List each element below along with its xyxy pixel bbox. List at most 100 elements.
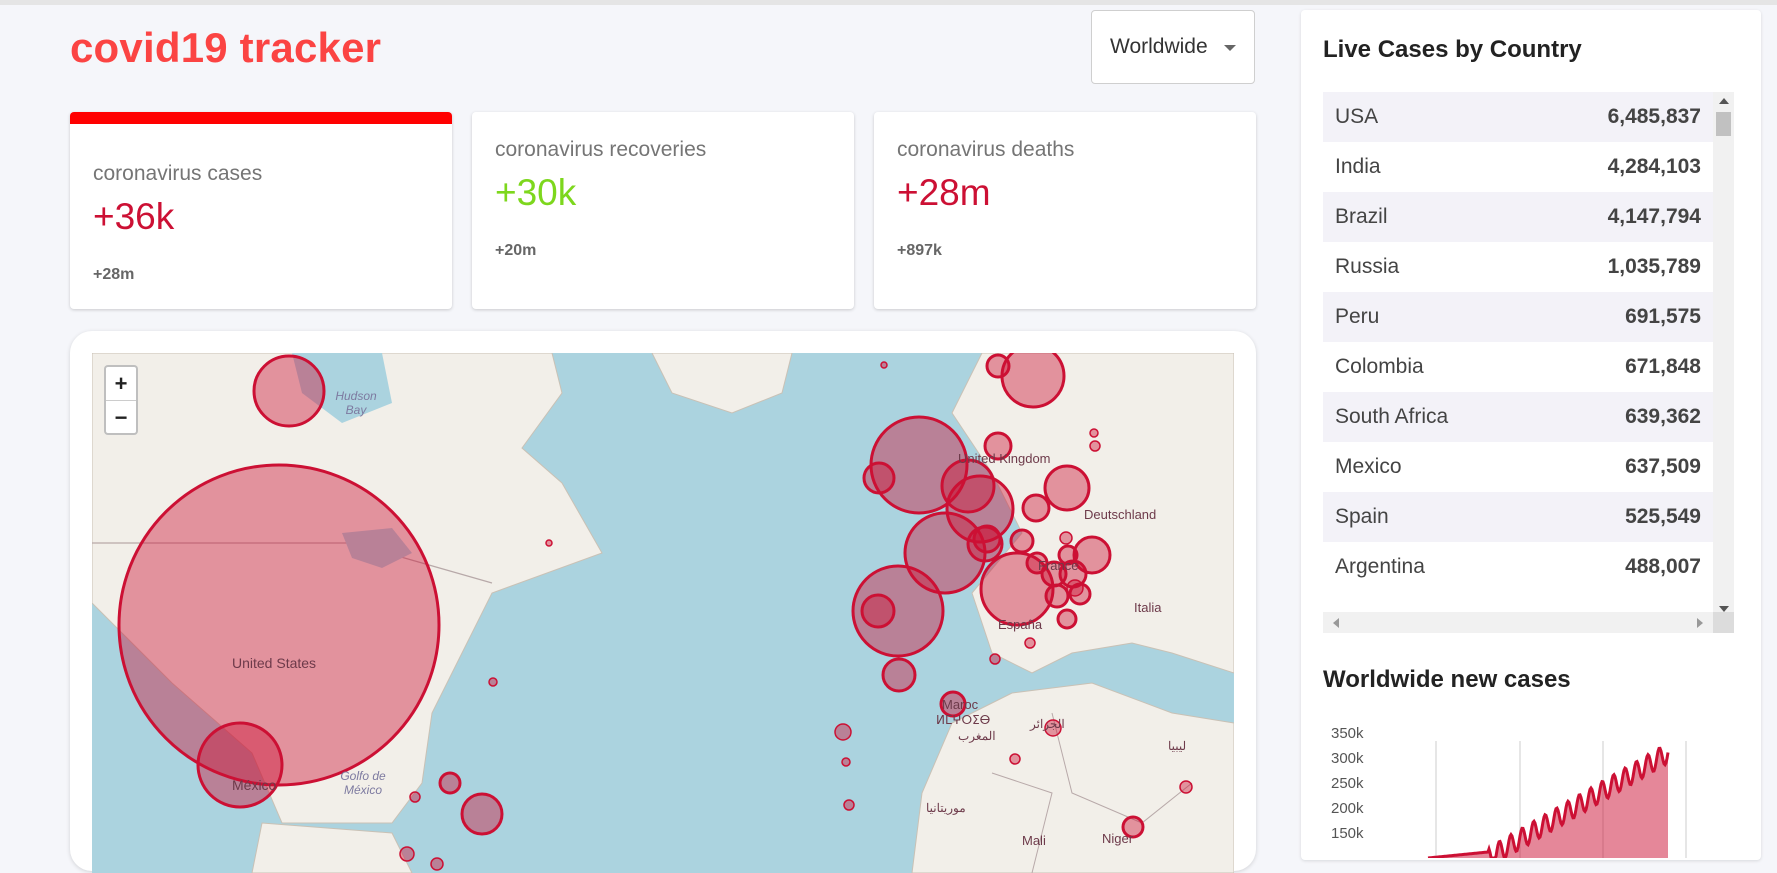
map-label-mexico: México bbox=[232, 777, 277, 793]
case-circle[interactable] bbox=[545, 539, 553, 547]
case-circle[interactable] bbox=[985, 353, 1011, 379]
table-vertical-scrollbar[interactable] bbox=[1713, 92, 1734, 612]
map-label-algeria: الجزائر bbox=[1030, 717, 1065, 731]
chart-tick: 300k bbox=[1331, 750, 1364, 767]
case-circle[interactable] bbox=[438, 771, 462, 795]
table-row: Peru 691,575 bbox=[1323, 292, 1713, 342]
zoom-in-button[interactable]: + bbox=[106, 367, 136, 401]
country-name: Peru bbox=[1335, 305, 1380, 328]
scroll-up-icon[interactable] bbox=[1719, 98, 1729, 104]
case-circle[interactable] bbox=[1044, 583, 1070, 609]
infobox-cases[interactable]: coronavirus cases +36k +28m bbox=[70, 112, 452, 309]
map-label-es: España bbox=[998, 617, 1043, 632]
case-circle[interactable] bbox=[841, 757, 851, 767]
scroll-thumb[interactable] bbox=[1716, 112, 1731, 136]
infobox-value: +28m bbox=[897, 172, 991, 213]
map[interactable]: + − Hudson Bay United States México Golf… bbox=[92, 353, 1234, 873]
chevron-down-icon bbox=[1224, 45, 1236, 51]
chart-tick: 250k bbox=[1331, 775, 1364, 792]
country-name: Mexico bbox=[1335, 455, 1402, 478]
infobox-total: +20m bbox=[495, 242, 537, 259]
case-circle[interactable] bbox=[1043, 464, 1091, 512]
infobox-deaths[interactable]: coronavirus deaths +28m +897k bbox=[874, 112, 1256, 309]
country-cases: 525,549 bbox=[1625, 505, 1701, 528]
case-circle[interactable] bbox=[834, 723, 852, 741]
scroll-right-icon[interactable] bbox=[1697, 618, 1703, 628]
map-label-maroc-tifinagh: ⵍⵎⵖⵔⵉⴱ bbox=[936, 713, 991, 727]
country-select[interactable]: Worldwide bbox=[1091, 10, 1255, 84]
zoom-control: + − bbox=[104, 365, 138, 435]
table-row: Argentina 488,007 bbox=[1323, 542, 1713, 592]
map-label-us: United States bbox=[232, 655, 317, 671]
case-circles bbox=[117, 353, 1193, 871]
case-circle[interactable] bbox=[1072, 535, 1112, 575]
case-circle[interactable] bbox=[1009, 528, 1035, 554]
case-circle[interactable] bbox=[252, 354, 326, 428]
country-name: Spain bbox=[1335, 505, 1389, 528]
top-border bbox=[0, 0, 1777, 5]
country-cases: 6,485,837 bbox=[1607, 105, 1701, 128]
table-row: USA 6,485,837 bbox=[1323, 92, 1713, 142]
scroll-left-icon[interactable] bbox=[1333, 618, 1339, 628]
case-circle[interactable] bbox=[460, 792, 504, 836]
country-name: Brazil bbox=[1335, 205, 1388, 228]
country-name: USA bbox=[1335, 105, 1379, 128]
map-label-uk: United Kingdom bbox=[958, 451, 1051, 466]
new-cases-chart: 350k 300k 250k 200k 150k bbox=[1331, 725, 1687, 858]
chart-tick: 200k bbox=[1331, 800, 1364, 817]
country-cases: 671,848 bbox=[1625, 355, 1701, 378]
case-circle[interactable] bbox=[881, 657, 917, 693]
case-circle[interactable] bbox=[1056, 608, 1078, 630]
country-cases: 1,035,789 bbox=[1607, 255, 1701, 278]
table-row: India 4,284,103 bbox=[1323, 142, 1713, 192]
map-label-mali: Mali bbox=[1022, 833, 1046, 848]
chart-tick: 150k bbox=[1331, 825, 1364, 842]
case-circle[interactable] bbox=[1089, 440, 1101, 452]
case-circle[interactable] bbox=[430, 857, 444, 871]
country-name: India bbox=[1335, 155, 1381, 178]
case-circle[interactable] bbox=[1024, 637, 1036, 649]
case-circle[interactable] bbox=[843, 799, 855, 811]
country-cases: 691,575 bbox=[1625, 305, 1701, 328]
table-row: Brazil 4,147,794 bbox=[1323, 192, 1713, 242]
country-cases: 637,509 bbox=[1625, 455, 1701, 478]
case-circle[interactable] bbox=[989, 653, 1001, 665]
country-table[interactable]: USA 6,485,837 India 4,284,103 Brazil 4,147,… bbox=[1323, 92, 1713, 592]
infobox-value: +36k bbox=[93, 196, 175, 237]
case-circle[interactable] bbox=[1089, 428, 1099, 438]
app-title: covid19 tracker bbox=[70, 24, 382, 71]
case-circle[interactable] bbox=[880, 361, 888, 369]
table-horizontal-scrollbar[interactable] bbox=[1323, 612, 1713, 633]
case-circle[interactable] bbox=[117, 463, 441, 787]
map-label-gulf: Golfo de México bbox=[340, 769, 386, 797]
case-circle[interactable] bbox=[1179, 780, 1193, 794]
case-circle[interactable] bbox=[399, 846, 415, 862]
country-name: Russia bbox=[1335, 255, 1400, 278]
table-row: Russia 1,035,789 bbox=[1323, 242, 1713, 292]
infobox-recoveries[interactable]: coronavirus recoveries +30k +20m bbox=[472, 112, 854, 309]
case-circle[interactable] bbox=[1000, 353, 1066, 409]
zoom-out-button[interactable]: − bbox=[106, 401, 136, 434]
case-circle[interactable] bbox=[862, 461, 896, 495]
case-circle[interactable] bbox=[966, 525, 1004, 563]
country-name: South Africa bbox=[1335, 405, 1449, 428]
sidebar: Live Cases by Country USA 6,485,837 India… bbox=[1301, 10, 1761, 860]
case-circle[interactable] bbox=[860, 593, 896, 629]
country-cases: 4,284,103 bbox=[1607, 155, 1701, 178]
country-name: Argentina bbox=[1335, 555, 1425, 578]
case-circle[interactable] bbox=[409, 791, 421, 803]
map-label-hudson: Hudson Bay bbox=[335, 389, 377, 417]
table-row: Spain 525,549 bbox=[1323, 492, 1713, 542]
chart-tick: 350k bbox=[1331, 725, 1364, 742]
map-label-de: Deutschland bbox=[1084, 507, 1157, 522]
case-circle[interactable] bbox=[196, 721, 284, 809]
infobox-title: coronavirus cases bbox=[93, 162, 263, 185]
case-circle[interactable] bbox=[1059, 531, 1073, 545]
case-circle[interactable] bbox=[1066, 579, 1084, 597]
table-row: South Africa 639,362 bbox=[1323, 392, 1713, 442]
case-circle[interactable] bbox=[1009, 753, 1021, 765]
infobox-total: +28m bbox=[93, 266, 135, 283]
country-cases: 639,362 bbox=[1625, 405, 1701, 428]
case-circle[interactable] bbox=[488, 677, 498, 687]
case-circle[interactable] bbox=[1021, 493, 1051, 523]
